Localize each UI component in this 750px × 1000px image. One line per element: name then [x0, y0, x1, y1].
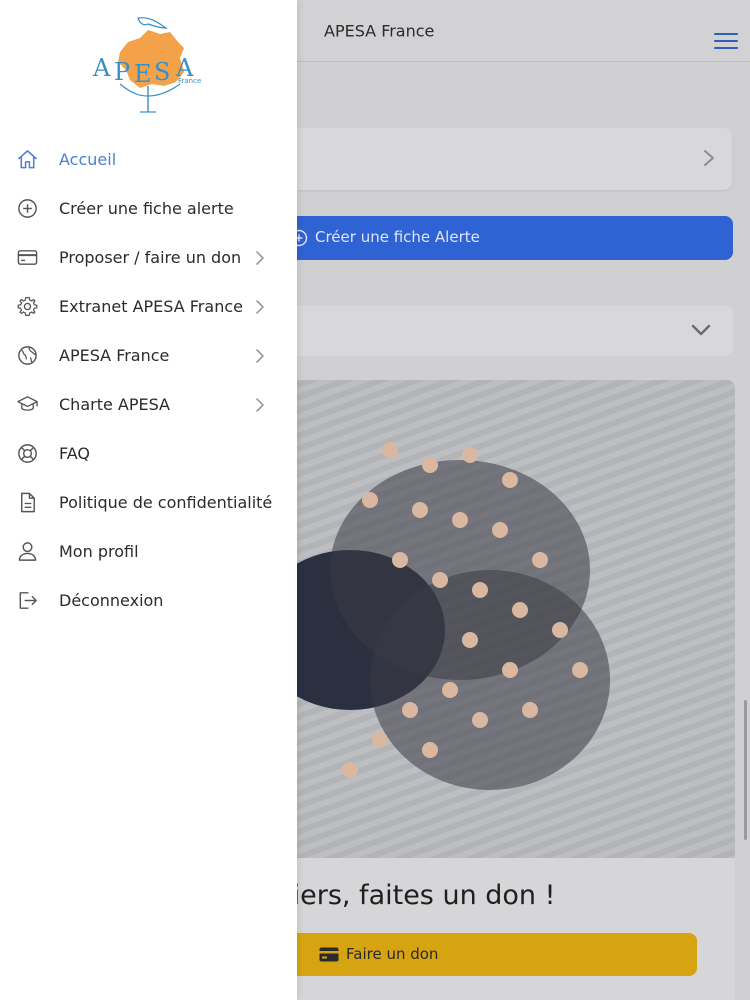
credit-card-icon — [319, 947, 339, 962]
menu-item-label: FAQ — [59, 444, 90, 463]
navigation-drawer: A P E S A France Accueil Créer une fiche… — [0, 0, 297, 1000]
create-alert-button[interactable]: Créer une fiche Alerte — [250, 216, 733, 260]
svg-text:S: S — [154, 58, 170, 86]
help-buoy-icon — [18, 444, 37, 463]
menu-item-apesa-france[interactable]: APESA France — [0, 332, 297, 381]
svg-text:A: A — [92, 54, 111, 82]
chevron-right-icon — [256, 300, 264, 314]
svg-text:France: France — [178, 77, 201, 85]
svg-text:E: E — [134, 60, 152, 88]
menu-item-extranet[interactable]: Extranet APESA France — [0, 283, 297, 332]
person-icon — [18, 542, 37, 561]
menu-item-label: Accueil — [59, 150, 117, 169]
donate-button-label: Faire un don — [346, 945, 439, 963]
donate-card: uliers, faites un don ! Faire un don — [250, 858, 735, 1000]
menu-item-label: APESA France — [59, 346, 170, 365]
menu-item-mon-profil[interactable]: Mon profil — [0, 528, 297, 577]
menu-item-accueil[interactable]: Accueil — [0, 136, 297, 185]
create-alert-label: Créer une fiche Alerte — [315, 228, 480, 246]
apesa-logo: A P E S A France — [92, 17, 201, 113]
menu-item-charte[interactable]: Charte APESA — [0, 381, 297, 430]
chevron-down-icon — [691, 324, 711, 336]
page-title: APESA France — [324, 21, 435, 41]
menu-item-label: Politique de confidentialité — [59, 493, 273, 512]
logout-icon — [19, 592, 37, 609]
credit-card-icon — [17, 250, 38, 265]
menu-item-label: Proposer / faire un don — [59, 248, 242, 267]
chevron-right-icon — [256, 398, 264, 412]
menu-item-label: Mon profil — [59, 542, 139, 561]
menu-item-proposer-don[interactable]: Proposer / faire un don — [0, 234, 297, 283]
menu-item-label: Extranet APESA France — [59, 297, 243, 316]
summary-card[interactable] — [250, 128, 732, 190]
menu-item-label: Créer une fiche alerte — [59, 199, 234, 218]
group-photo — [250, 380, 735, 858]
crowd-illustration — [270, 442, 610, 790]
donate-title: uliers, faites un don ! — [268, 880, 556, 911]
document-icon — [21, 492, 35, 513]
globe-icon — [18, 346, 37, 365]
graduation-cap-icon — [17, 396, 38, 411]
chevron-right-icon — [256, 349, 264, 363]
drawer-menu: Accueil Créer une fiche alerte Proposer … — [0, 136, 297, 626]
scrollbar[interactable] — [744, 700, 747, 840]
menu-item-creer-fiche-alerte[interactable]: Créer une fiche alerte — [0, 185, 297, 234]
menu-item-label: Déconnexion — [59, 591, 164, 610]
donate-button[interactable]: Faire un don — [290, 933, 697, 976]
chevron-right-icon — [256, 251, 264, 265]
menu-item-faq[interactable]: FAQ — [0, 430, 297, 479]
hamburger-menu-icon[interactable] — [714, 33, 738, 51]
home-icon — [18, 150, 37, 169]
svg-text:P: P — [114, 58, 130, 86]
gear-icon — [17, 297, 38, 316]
collapsible-section[interactable] — [250, 306, 733, 356]
menu-item-deconnexion[interactable]: Déconnexion — [0, 577, 297, 626]
plus-circle-icon — [18, 199, 37, 218]
menu-item-politique[interactable]: Politique de confidentialité — [0, 479, 297, 528]
menu-item-label: Charte APESA — [59, 395, 170, 414]
chevron-right-icon — [704, 150, 714, 166]
